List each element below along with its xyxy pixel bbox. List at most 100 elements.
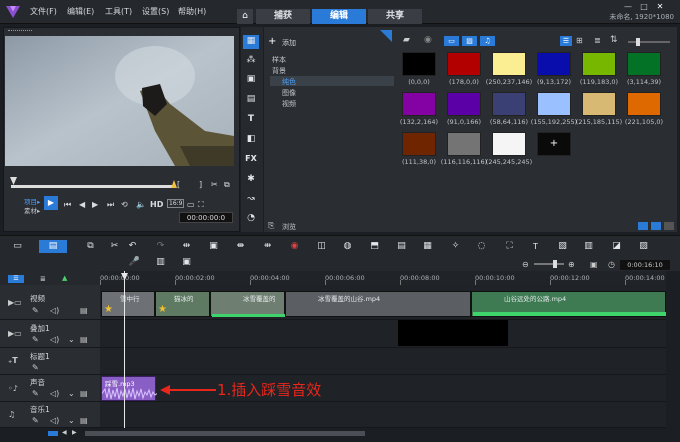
thumb-size-slider[interactable] <box>628 41 670 43</box>
color-swatch[interactable] <box>402 92 436 116</box>
minimize-icon[interactable]: — <box>622 2 634 11</box>
fullscreen-icon[interactable]: ⛶ <box>198 200 204 210</box>
menu-help[interactable]: 帮助(H) <box>178 6 206 17</box>
list-view-icon[interactable]: ☰ <box>560 36 572 46</box>
menu-settings[interactable]: 设置(S) <box>142 6 169 17</box>
track-edit-icon[interactable]: ✎ <box>32 306 39 315</box>
transitions-icon[interactable]: ⁂ <box>244 55 258 67</box>
fx-icon[interactable]: FX <box>244 154 258 166</box>
track-edit-icon[interactable]: ✎ <box>32 363 39 372</box>
instant-project-icon[interactable]: ▣ <box>244 74 258 86</box>
split-trim-icon[interactable]: ⇼ <box>234 241 247 252</box>
auto-music-icon[interactable]: ▥ <box>154 257 167 268</box>
subtitle-icon[interactable]: ▤ <box>395 241 408 252</box>
lane-title[interactable] <box>100 348 666 375</box>
color-swatch[interactable] <box>402 132 436 156</box>
show-video-icon[interactable]: ▭ <box>444 36 459 46</box>
track-mute-icon[interactable]: ◁) <box>50 416 59 425</box>
panel-mode-icon-c[interactable] <box>664 222 674 230</box>
track-mute-icon[interactable]: ◁) <box>50 335 59 344</box>
speedometer-icon[interactable]: ◔ <box>244 213 258 225</box>
zoom-icon[interactable]: ▭ <box>187 200 195 209</box>
export-icon[interactable]: ▨ <box>637 241 650 252</box>
graphics-icon[interactable]: ◧ <box>244 134 258 146</box>
overlay-black-clip[interactable] <box>398 320 508 346</box>
video-clip-2[interactable]: 猫冰的 ★ <box>155 291 210 317</box>
color-swatch[interactable] <box>447 52 481 76</box>
browse-label[interactable]: 浏览 <box>282 222 296 232</box>
ripple-edit-icon[interactable]: ≣ <box>40 275 46 283</box>
sort-icon[interactable]: ⇅ <box>610 35 618 45</box>
show-photo-icon[interactable]: ▨ <box>462 36 477 46</box>
home-icon[interactable]: ⌂ <box>237 9 253 24</box>
track-expand-icon[interactable]: ⌄ <box>68 389 75 398</box>
mark-in-icon[interactable]: [ <box>177 180 180 189</box>
end-icon[interactable]: ⏭ <box>107 200 114 210</box>
tree-item-backgrounds[interactable]: 背景 <box>272 66 286 76</box>
color-swatch[interactable] <box>627 52 661 76</box>
tab-edit[interactable]: 编辑 <box>312 9 366 24</box>
waveform-toggle-icon[interactable]: ▲ <box>62 274 67 282</box>
mode-clip[interactable]: 素材▸ <box>24 205 40 215</box>
undo-icon[interactable]: ↶ <box>126 241 139 252</box>
lane-music[interactable] <box>100 402 666 428</box>
crop-icon[interactable]: ⛶ <box>503 241 516 252</box>
color-swatch[interactable] <box>447 92 481 116</box>
color-swatch[interactable] <box>627 92 661 116</box>
track-expand-icon[interactable]: ⌄ <box>68 416 75 425</box>
track-lock-icon[interactable]: ▤ <box>80 335 88 344</box>
motion-icon[interactable]: ◍ <box>341 241 354 252</box>
prev-frame-icon[interactable]: ◀ <box>79 200 85 209</box>
close-icon[interactable]: ✕ <box>654 2 666 11</box>
add-color-button[interactable]: + <box>537 132 571 156</box>
filter-icon[interactable]: ✱ <box>244 174 258 186</box>
menu-tools[interactable]: 工具(T) <box>105 6 132 17</box>
split-icon[interactable]: ✂ <box>211 180 218 189</box>
volume-icon[interactable]: 🔈 <box>136 200 146 209</box>
chapter-icon[interactable]: ◫ <box>315 241 328 252</box>
browse-icon[interactable]: ⎘ <box>268 221 274 231</box>
track-mute-icon[interactable]: ◁) <box>50 389 59 398</box>
zoom-handle[interactable] <box>553 260 557 268</box>
play-button[interactable]: ▶ <box>44 196 58 210</box>
media-icon[interactable]: ▦ <box>244 36 258 48</box>
record-capture-icon[interactable]: ◉ <box>288 241 301 252</box>
tree-item-solid-color[interactable]: 纯色 <box>282 77 296 87</box>
hd-toggle[interactable]: HD <box>150 200 163 209</box>
multi-trim-icon[interactable]: ⇻ <box>261 241 274 252</box>
panel-mode-icon-b[interactable] <box>651 222 661 230</box>
tab-capture[interactable]: 捕获 <box>256 9 310 24</box>
track-expand-icon[interactable]: ⌄ <box>68 335 75 344</box>
video-clip-1[interactable]: 雪中行 ★ <box>101 291 155 317</box>
tree-item-samples[interactable]: 样本 <box>272 55 286 65</box>
timeline-view-icon[interactable]: ▤ <box>39 240 67 253</box>
stabilize-icon[interactable]: ▥ <box>582 241 595 252</box>
repeat-icon[interactable]: ⟲ <box>121 200 128 209</box>
audio-clip-snow[interactable]: 踩雪.mp3 <box>101 376 157 401</box>
scroll-thumb[interactable] <box>85 431 365 436</box>
playhead[interactable] <box>124 271 125 428</box>
color-swatch[interactable] <box>537 92 571 116</box>
track-lock-icon[interactable]: ▤ <box>80 306 88 315</box>
color-swatch[interactable] <box>492 52 526 76</box>
scrub-bar[interactable] <box>11 185 174 188</box>
title-text-icon[interactable]: T <box>244 114 258 126</box>
color-swatch[interactable] <box>537 52 571 76</box>
color-swatch[interactable] <box>402 52 436 76</box>
add-label[interactable]: 添加 <box>282 38 296 48</box>
zoom-in-icon[interactable]: ⊕ <box>568 260 575 269</box>
thumb-size-handle[interactable] <box>636 38 640 46</box>
scroll-prev-icon[interactable]: ◀ <box>62 429 67 436</box>
image-icon[interactable]: ▣ <box>207 241 220 252</box>
path-icon[interactable]: ↝ <box>244 194 258 206</box>
storyboard-view-icon[interactable]: ▭ <box>11 241 24 252</box>
lane-overlay[interactable] <box>100 320 666 348</box>
record-icon[interactable]: ◉ <box>424 35 432 45</box>
track-edit-icon[interactable]: ✎ <box>32 416 39 425</box>
zoom-slider[interactable] <box>534 263 564 265</box>
home-start-icon[interactable]: ⏮ <box>64 200 71 210</box>
menu-file[interactable]: 文件(F) <box>30 6 57 17</box>
mark-out-icon[interactable]: ] <box>199 180 202 189</box>
track-list-icon[interactable]: ☰ <box>8 275 24 283</box>
track-mute-icon[interactable]: ◁) <box>50 306 59 315</box>
